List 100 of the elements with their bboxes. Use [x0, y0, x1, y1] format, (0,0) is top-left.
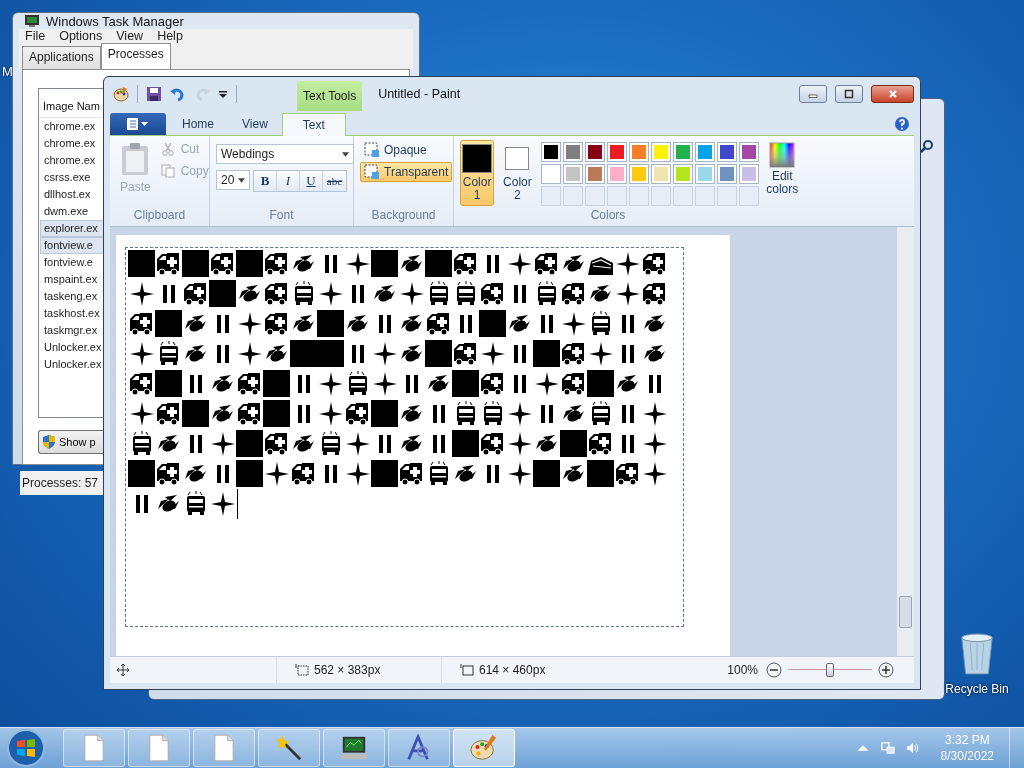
maximize-button[interactable] [835, 85, 863, 103]
show-processes-button[interactable]: Show p [38, 430, 106, 454]
process-row[interactable]: fontview.e [40, 237, 106, 254]
network-icon[interactable] [880, 741, 895, 755]
minimize-button[interactable] [799, 85, 827, 103]
process-row[interactable]: dllhost.ex [40, 186, 106, 203]
font-style-button[interactable]: U [300, 171, 323, 191]
process-row[interactable]: taskmgr.ex [40, 322, 106, 339]
palette-swatch[interactable] [540, 142, 561, 162]
monitor-icon [24, 13, 40, 29]
palette-swatch[interactable] [540, 164, 561, 184]
menu-item[interactable]: Options [59, 29, 103, 43]
zoom-level-text: 100% [727, 663, 758, 677]
process-row[interactable]: chrome.ex [40, 135, 106, 152]
palette-swatch[interactable] [650, 164, 671, 184]
customize-caret-icon[interactable] [218, 89, 228, 99]
tab[interactable]: Processes [100, 43, 171, 70]
palette-swatch[interactable] [628, 164, 649, 184]
palette-swatch[interactable] [694, 164, 715, 184]
edit-colors-button[interactable]: Edit colors [764, 140, 800, 198]
recycle-bin-icon[interactable] [958, 630, 996, 676]
palette-icon[interactable] [113, 86, 129, 102]
palette-swatch[interactable] [672, 164, 693, 184]
desktop-icon-label: M [2, 64, 13, 79]
menu-icon [127, 118, 149, 130]
process-row[interactable]: taskeng.ex [40, 288, 106, 305]
process-row[interactable]: csrss.exe [40, 169, 106, 186]
font-style-button[interactable]: abc [323, 171, 346, 191]
palette-swatch[interactable] [562, 142, 583, 162]
background-option[interactable]: Transparent [360, 162, 453, 182]
palette-swatch[interactable] [584, 142, 605, 162]
group-label: Background [370, 208, 437, 224]
monitor-icon [339, 734, 369, 762]
vertical-scrollbar[interactable] [897, 227, 914, 656]
app-menu-button[interactable] [110, 113, 166, 135]
shield-icon [41, 434, 57, 450]
start-button[interactable] [6, 728, 46, 768]
color-slot-button[interactable]: Color 1 [460, 140, 495, 206]
process-row[interactable]: dwm.exe [40, 203, 106, 220]
palette-swatch[interactable] [562, 164, 583, 184]
ribbon-tab[interactable]: Text [281, 113, 346, 136]
process-row[interactable]: Unlocker.ex [40, 339, 106, 356]
palette-swatch[interactable] [650, 142, 671, 162]
canvas-size-text: 614 × 460px [479, 663, 546, 677]
palette-swatch[interactable] [606, 164, 627, 184]
palette-swatch[interactable] [694, 142, 715, 162]
process-row[interactable]: chrome.ex [40, 152, 106, 169]
process-row[interactable]: explorer.ex [40, 220, 106, 237]
zoom-slider[interactable] [788, 662, 872, 678]
selection-rectangle[interactable] [125, 247, 684, 627]
font-style-button[interactable]: B [254, 171, 277, 191]
color-spectrum-icon [769, 142, 796, 168]
window-title: Untitled - Paint [378, 87, 461, 101]
font-style-button[interactable]: I [277, 171, 300, 191]
help-icon[interactable] [894, 116, 910, 132]
process-row[interactable]: taskhost.ex [40, 305, 106, 322]
palette-swatch[interactable] [606, 142, 627, 162]
font-size-dropdown[interactable]: 20 [216, 170, 250, 190]
desktop-icon-label[interactable]: Recycle Bin [945, 682, 1009, 696]
selection-size-icon [295, 663, 309, 677]
palette-swatch[interactable] [738, 142, 759, 162]
taskbar-button[interactable] [323, 729, 385, 767]
palette-swatch[interactable] [584, 164, 605, 184]
color-slot-button[interactable]: Color 2 [500, 140, 535, 206]
close-button[interactable] [871, 85, 914, 103]
background-option[interactable]: Opaque [360, 140, 431, 160]
palette-swatch[interactable] [672, 142, 693, 162]
process-row[interactable]: mspaint.ex [40, 271, 106, 288]
file-icon [148, 734, 170, 762]
clipboard-icon [120, 142, 151, 176]
ribbon-tab[interactable]: Home [168, 113, 228, 135]
palette-swatch[interactable] [716, 142, 737, 162]
process-row[interactable]: Unlocker.ex [40, 356, 106, 373]
undo-icon[interactable] [170, 86, 186, 102]
tab[interactable]: Applications [22, 46, 101, 69]
ribbon-tab[interactable]: View [228, 113, 282, 135]
process-row[interactable]: chrome.ex [40, 118, 106, 135]
group-label: Colors [589, 208, 627, 224]
palette-swatch[interactable] [628, 142, 649, 162]
taskbar-button[interactable] [388, 729, 450, 767]
process-row[interactable]: fontview.e [40, 254, 106, 271]
maximize-icon [844, 89, 854, 99]
window-title: Windows Task Manager [46, 13, 184, 29]
speaker-icon[interactable] [905, 741, 920, 755]
menu-item[interactable]: Help [157, 29, 183, 43]
zoom-out-icon[interactable] [766, 662, 782, 678]
canvas[interactable] [116, 235, 730, 656]
font-family-dropdown[interactable]: Webdings [216, 144, 354, 164]
palette-icon [470, 734, 498, 762]
zoom-in-icon[interactable] [878, 662, 894, 678]
save-icon[interactable] [146, 86, 162, 102]
close-icon [887, 89, 898, 99]
palette-swatch[interactable] [716, 164, 737, 184]
wand-icon [275, 734, 303, 762]
menu-item[interactable]: File [25, 29, 46, 43]
text-background-icon [364, 142, 380, 158]
palette-swatch[interactable] [738, 164, 759, 184]
menu-item[interactable]: View [116, 29, 144, 43]
search-icon [920, 139, 934, 153]
selection-size-text: 562 × 383px [314, 663, 381, 677]
